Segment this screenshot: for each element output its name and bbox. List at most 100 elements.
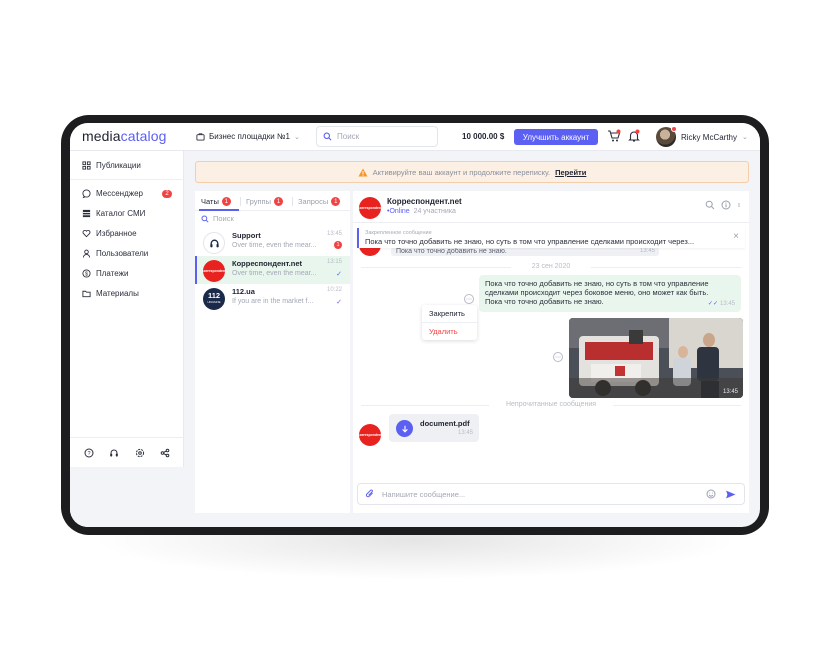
emoji-icon[interactable]: [706, 489, 716, 499]
message-time: 13:45: [457, 430, 473, 436]
chat-list-item[interactable]: 112 UKRAINE 112.ua If you are in the mark…: [195, 284, 350, 312]
app-screen: mediacatalog Бизнес площадки №1 ⌄ Поиск …: [70, 123, 760, 527]
tab-groups[interactable]: Группы 1: [246, 197, 283, 206]
close-icon[interactable]: ×: [733, 231, 739, 242]
sidebar-bottom-toolbar: ?: [70, 437, 184, 467]
context-delete-item[interactable]: Удалить: [429, 327, 458, 336]
chevron-down-icon: ⌄: [742, 134, 748, 141]
grid-icon: [82, 161, 91, 170]
more-horizontal-icon[interactable]: ⋯: [553, 352, 563, 362]
message-time: 13:45: [719, 301, 735, 307]
message-composer[interactable]: Напишите сообщение...: [357, 483, 745, 505]
avatar: korrespondent: [202, 260, 226, 282]
share-icon[interactable]: [160, 448, 170, 458]
photo-image: [569, 318, 743, 398]
headset-icon[interactable]: [109, 448, 119, 458]
alert-link[interactable]: Перейти: [555, 168, 586, 177]
divider: [292, 197, 293, 206]
sidebar-item-materials[interactable]: Материалы: [82, 289, 139, 298]
cart-icon[interactable]: [607, 129, 621, 143]
workspace-selector[interactable]: Бизнес площадки №1 ⌄: [196, 132, 300, 141]
info-icon[interactable]: [721, 200, 731, 210]
chat-preview: Over time, even the mear...: [232, 242, 317, 249]
tab-label: Чаты: [201, 197, 219, 206]
korrespondent-logo: korrespondent: [357, 433, 383, 437]
heart-icon: [82, 230, 91, 238]
chat-name: 112.ua: [232, 287, 255, 296]
unread-badge: 1: [334, 241, 342, 249]
avatar: [656, 126, 677, 147]
account-balance: 10 000.00 $: [462, 132, 505, 141]
user-name: Ricky McCarthy: [681, 132, 738, 142]
sidebar: Публикации Мессенджер 2 Каталог СМИ Избр…: [70, 151, 184, 527]
download-icon[interactable]: [396, 420, 413, 437]
catalog-icon: [82, 209, 91, 218]
avatar: korrespondent: [357, 424, 383, 446]
chat-time: 13:45: [326, 231, 342, 237]
messenger-badge: 2: [162, 190, 172, 198]
sidebar-item-messenger[interactable]: Мессенджер: [82, 189, 143, 198]
tab-badge: 1: [274, 197, 283, 206]
chat-time: 10:22: [326, 287, 342, 293]
date-separator: 23 сен 2020: [353, 263, 749, 270]
logo-text-media: media: [82, 128, 121, 144]
sidebar-item-label: Материалы: [96, 289, 139, 298]
tab-requests[interactable]: Запросы 1: [298, 197, 341, 206]
search-placeholder: Поиск: [337, 132, 360, 141]
chat-title: Корреспондент.net: [387, 197, 462, 206]
sidebar-item-label: Платежи: [96, 269, 129, 278]
pinned-label: Закрепленное сообщение: [365, 230, 432, 236]
message-time: 13:45: [722, 389, 738, 395]
search-input[interactable]: Поиск: [316, 126, 438, 147]
chat-tabs: Чаты 1 Группы 1 Запросы 1: [195, 191, 350, 211]
sidebar-item-label: Пользователи: [96, 249, 149, 258]
sidebar-item-users[interactable]: Пользователи: [82, 249, 148, 258]
more-vertical-icon[interactable]: [737, 200, 741, 210]
tab-chats[interactable]: Чаты 1: [201, 197, 231, 206]
chat-list-panel: Чаты 1 Группы 1 Запросы 1 Поиск Support: [195, 191, 350, 513]
chat-tools: [705, 200, 741, 210]
tab-badge: 1: [221, 197, 231, 206]
read-check-icon: ✓✓: [707, 301, 718, 307]
svg-text:$: $: [85, 271, 88, 277]
message-bubble-partial: Пока что точно добавить не знаю. 13:45: [391, 247, 659, 256]
chat-status: •Online 24 участника: [387, 208, 456, 215]
participants-count: 24 участника: [413, 208, 456, 215]
photo-message[interactable]: 13:45: [569, 318, 743, 398]
chat-name: Корреспондент.net: [232, 259, 303, 268]
upgrade-account-button[interactable]: Улучшить аккаунт: [514, 129, 598, 145]
sidebar-item-media-catalog[interactable]: Каталог СМИ: [82, 209, 145, 218]
activation-alert: Активируйте ваш аккаунт и продолжите пер…: [195, 161, 749, 183]
avatar: korrespondent: [358, 197, 382, 219]
divider: [422, 322, 477, 323]
pinned-message-bar[interactable]: Закрепленное сообщение Пока что точно до…: [357, 228, 745, 248]
file-message[interactable]: document.pdf 13:45: [389, 414, 479, 442]
message-time: 13:45: [639, 248, 655, 254]
chat-preview: Over time, even the mear...: [232, 270, 317, 277]
settings-icon[interactable]: [135, 448, 145, 458]
user-icon: [82, 249, 91, 258]
sidebar-item-label: Мессенджер: [96, 189, 143, 198]
tab-label: Группы: [246, 197, 271, 206]
more-horizontal-icon[interactable]: ⋯: [464, 294, 474, 304]
workspace-label: Бизнес площадки №1: [209, 132, 290, 141]
paperclip-icon[interactable]: [365, 489, 375, 499]
chat-list-item-active[interactable]: korrespondent Корреспондент.net Over tim…: [195, 256, 350, 284]
chat-search-input[interactable]: Поиск: [201, 214, 234, 223]
send-icon[interactable]: [725, 489, 736, 500]
context-pin-item[interactable]: Закрепить: [429, 309, 465, 318]
chat-icon: [82, 189, 91, 198]
chat-panel: korrespondent Корреспондент.net •Online …: [353, 191, 749, 513]
app-logo[interactable]: mediacatalog: [82, 128, 167, 144]
message-meta: ✓✓ 13:45: [708, 300, 735, 309]
arrow-down-icon: [401, 425, 408, 433]
sidebar-item-payments[interactable]: $ Платежи: [82, 269, 128, 278]
sidebar-item-favorites[interactable]: Избранное: [82, 229, 137, 238]
outgoing-message[interactable]: Пока что точно добавить не знаю, но суть…: [479, 275, 741, 312]
chat-list-item[interactable]: Support Over time, even the mear... 13:4…: [195, 228, 350, 256]
help-icon[interactable]: ?: [84, 448, 94, 458]
search-icon[interactable]: [705, 200, 715, 210]
sidebar-item-publications[interactable]: Публикации: [82, 161, 141, 170]
bell-icon[interactable]: [627, 129, 641, 143]
user-menu[interactable]: Ricky McCarthy ⌄: [656, 126, 748, 147]
